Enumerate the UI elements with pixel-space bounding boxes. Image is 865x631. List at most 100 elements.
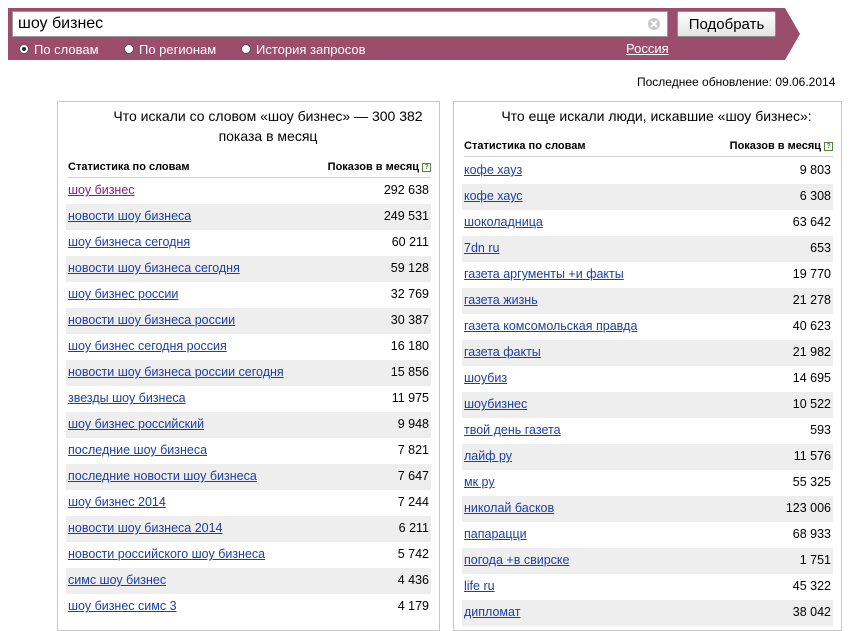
keyword-link[interactable]: life ru [464,579,495,593]
clear-icon[interactable] [648,18,660,30]
help-icon[interactable]: ? [422,162,431,172]
keyword-link[interactable]: газета комсомольская правда [464,319,637,333]
keyword-link[interactable]: шоубиз [464,371,507,385]
impressions-count: 7 647 [397,469,429,483]
keyword-link[interactable]: новости шоу бизнеса россии [68,313,235,327]
table-row: кофе хаус 6 308 [462,184,833,210]
table-row: папарацци 68 933 [462,522,833,548]
right-table-rows: кофе хауз 9 803 кофе хаус 6 308 шоколадница 6… [462,158,833,626]
impressions-count: 249 531 [383,209,429,223]
impressions-count: 21 278 [792,293,831,307]
radio-icon[interactable] [241,44,251,54]
keyword-link[interactable]: кофе хауз [464,163,522,177]
keyword-link[interactable]: последние шоу бизнеса [68,443,207,457]
impressions-count: 653 [810,241,831,255]
keyword-link[interactable]: звезды шоу бизнеса [68,391,186,405]
table-row: шоу бизнес симс 3 4 179 [66,594,431,620]
keyword-link[interactable]: газета факты [464,345,541,359]
keyword-link[interactable]: папарацци [464,527,527,541]
keyword-link[interactable]: шоу бизнеса сегодня [68,235,190,249]
impressions-count: 38 042 [792,605,831,619]
radio-icon[interactable] [124,44,134,54]
table-row: газета факты 21 982 [462,340,833,366]
keyword-link[interactable]: последние новости шоу бизнеса [68,469,257,483]
impressions-count: 5 742 [397,547,429,561]
impressions-count: 19 770 [792,267,831,281]
tab-by-regions-label: По регионам [139,41,217,57]
keyword-link[interactable]: новости шоу бизнеса [68,209,191,223]
tab-query-history[interactable]: История запросов [241,41,366,57]
keyword-link[interactable]: новости шоу бизнеса 2014 [68,521,223,535]
table-row: новости шоу бизнеса россии 30 387 [66,308,431,334]
keyword-link[interactable]: шоу бизнес симс 3 [68,599,177,613]
table-row: шоу бизнес 292 638 [66,178,431,204]
impressions-count: 60 211 [391,235,429,249]
keyword-link[interactable]: шоу бизнес [68,183,135,197]
keyword-link[interactable]: николай басков [464,501,554,515]
radio-checked-icon[interactable] [19,44,29,54]
keyword-link[interactable]: новости шоу бизнеса сегодня [68,261,240,275]
table-row: шоу бизнес российский 9 948 [66,412,431,438]
keyword-link[interactable]: новости российского шоу бизнеса [68,547,265,561]
keyword-link[interactable]: газета жизнь [464,293,538,307]
table-row: последние новости шоу бизнеса 7 647 [66,464,431,490]
keyword-link[interactable]: погода +в свирске [464,553,569,567]
right-panel-title: Что еще искали люди, искавшие «шоу бизне… [501,108,812,124]
table-row: шоу бизнес 2014 7 244 [66,490,431,516]
keyword-link[interactable]: шоу бизнес россии [68,287,178,301]
table-row: 7dn ru 653 [462,236,833,262]
impressions-count: 68 933 [792,527,831,541]
left-table-header: Статистика по словам Показов в месяц ? [68,161,431,178]
search-input[interactable] [18,13,638,35]
tab-by-words[interactable]: По словам [19,41,99,57]
impressions-count: 292 638 [383,183,429,197]
keyword-link[interactable]: кофе хаус [464,189,523,203]
table-row: шоколадница 63 642 [462,210,833,236]
impressions-count: 14 695 [792,371,831,385]
keyword-link[interactable]: лайф ру [464,449,512,463]
impressions-count: 6 211 [398,521,429,535]
keyword-link[interactable]: новости шоу бизнеса россии сегодня [68,365,284,379]
region-link[interactable]: Россия [626,41,669,56]
impressions-count: 9 948 [397,417,429,431]
keyword-link[interactable]: шоу бизнес российский [68,417,204,431]
keyword-link[interactable]: твой день газета [464,423,561,437]
impressions-count: 30 387 [390,313,429,327]
tab-by-regions[interactable]: По регионам [124,41,216,57]
table-row: шоу бизнеса сегодня 60 211 [66,230,431,256]
col-count-label: Показов в месяц [327,161,419,173]
table-row: звезды шоу бизнеса 11 975 [66,386,431,412]
left-table-rows: шоу бизнес 292 638 новости шоу бизнеса 249 … [66,178,431,620]
tab-query-history-label: История запросов [256,41,366,57]
help-icon[interactable]: ? [824,141,833,151]
impressions-count: 55 325 [792,475,831,489]
last-update: Последнее обновление: 09.06.2014 [637,75,836,89]
table-row: газета комсомольская правда 40 623 [462,314,833,340]
keyword-link[interactable]: газета аргументы +и факты [464,267,624,281]
pick-button[interactable]: Подобрать [677,11,776,37]
table-row: новости шоу бизнеса 2014 6 211 [66,516,431,542]
impressions-count: 1 751 [799,553,831,567]
impressions-count: 6 308 [799,189,831,203]
col-phrase-header: Статистика по словам [68,161,190,173]
col-phrase-header: Статистика по словам [464,140,586,152]
keyword-link[interactable]: симс шоу бизнес [68,573,166,587]
keyword-link[interactable]: шоу бизнес 2014 [68,495,166,509]
keyword-link[interactable]: шоубизнес [464,397,527,411]
table-row: твой день газета 593 [462,418,833,444]
impressions-count: 45 322 [792,579,831,593]
impressions-count: 40 623 [792,319,831,333]
keyword-link[interactable]: шоу бизнес сегодня россия [68,339,227,353]
table-row: шоу бизнес сегодня россия 16 180 [66,334,431,360]
table-row: газета аргументы +и факты 19 770 [462,262,833,288]
keyword-link[interactable]: дипломат [464,605,520,619]
keyword-link[interactable]: мк ру [464,475,495,489]
keyword-link[interactable]: шоколадница [464,215,543,229]
keyword-link[interactable]: 7dn ru [464,241,499,255]
impressions-count: 593 [810,423,831,437]
left-panel: Что искали со словом «шоу бизнес» — 300 … [57,101,440,631]
impressions-count: 63 642 [792,215,831,229]
table-row: новости шоу бизнеса россии сегодня 15 856 [66,360,431,386]
tab-by-words-label: По словам [34,41,99,57]
table-row: газета жизнь 21 278 [462,288,833,314]
